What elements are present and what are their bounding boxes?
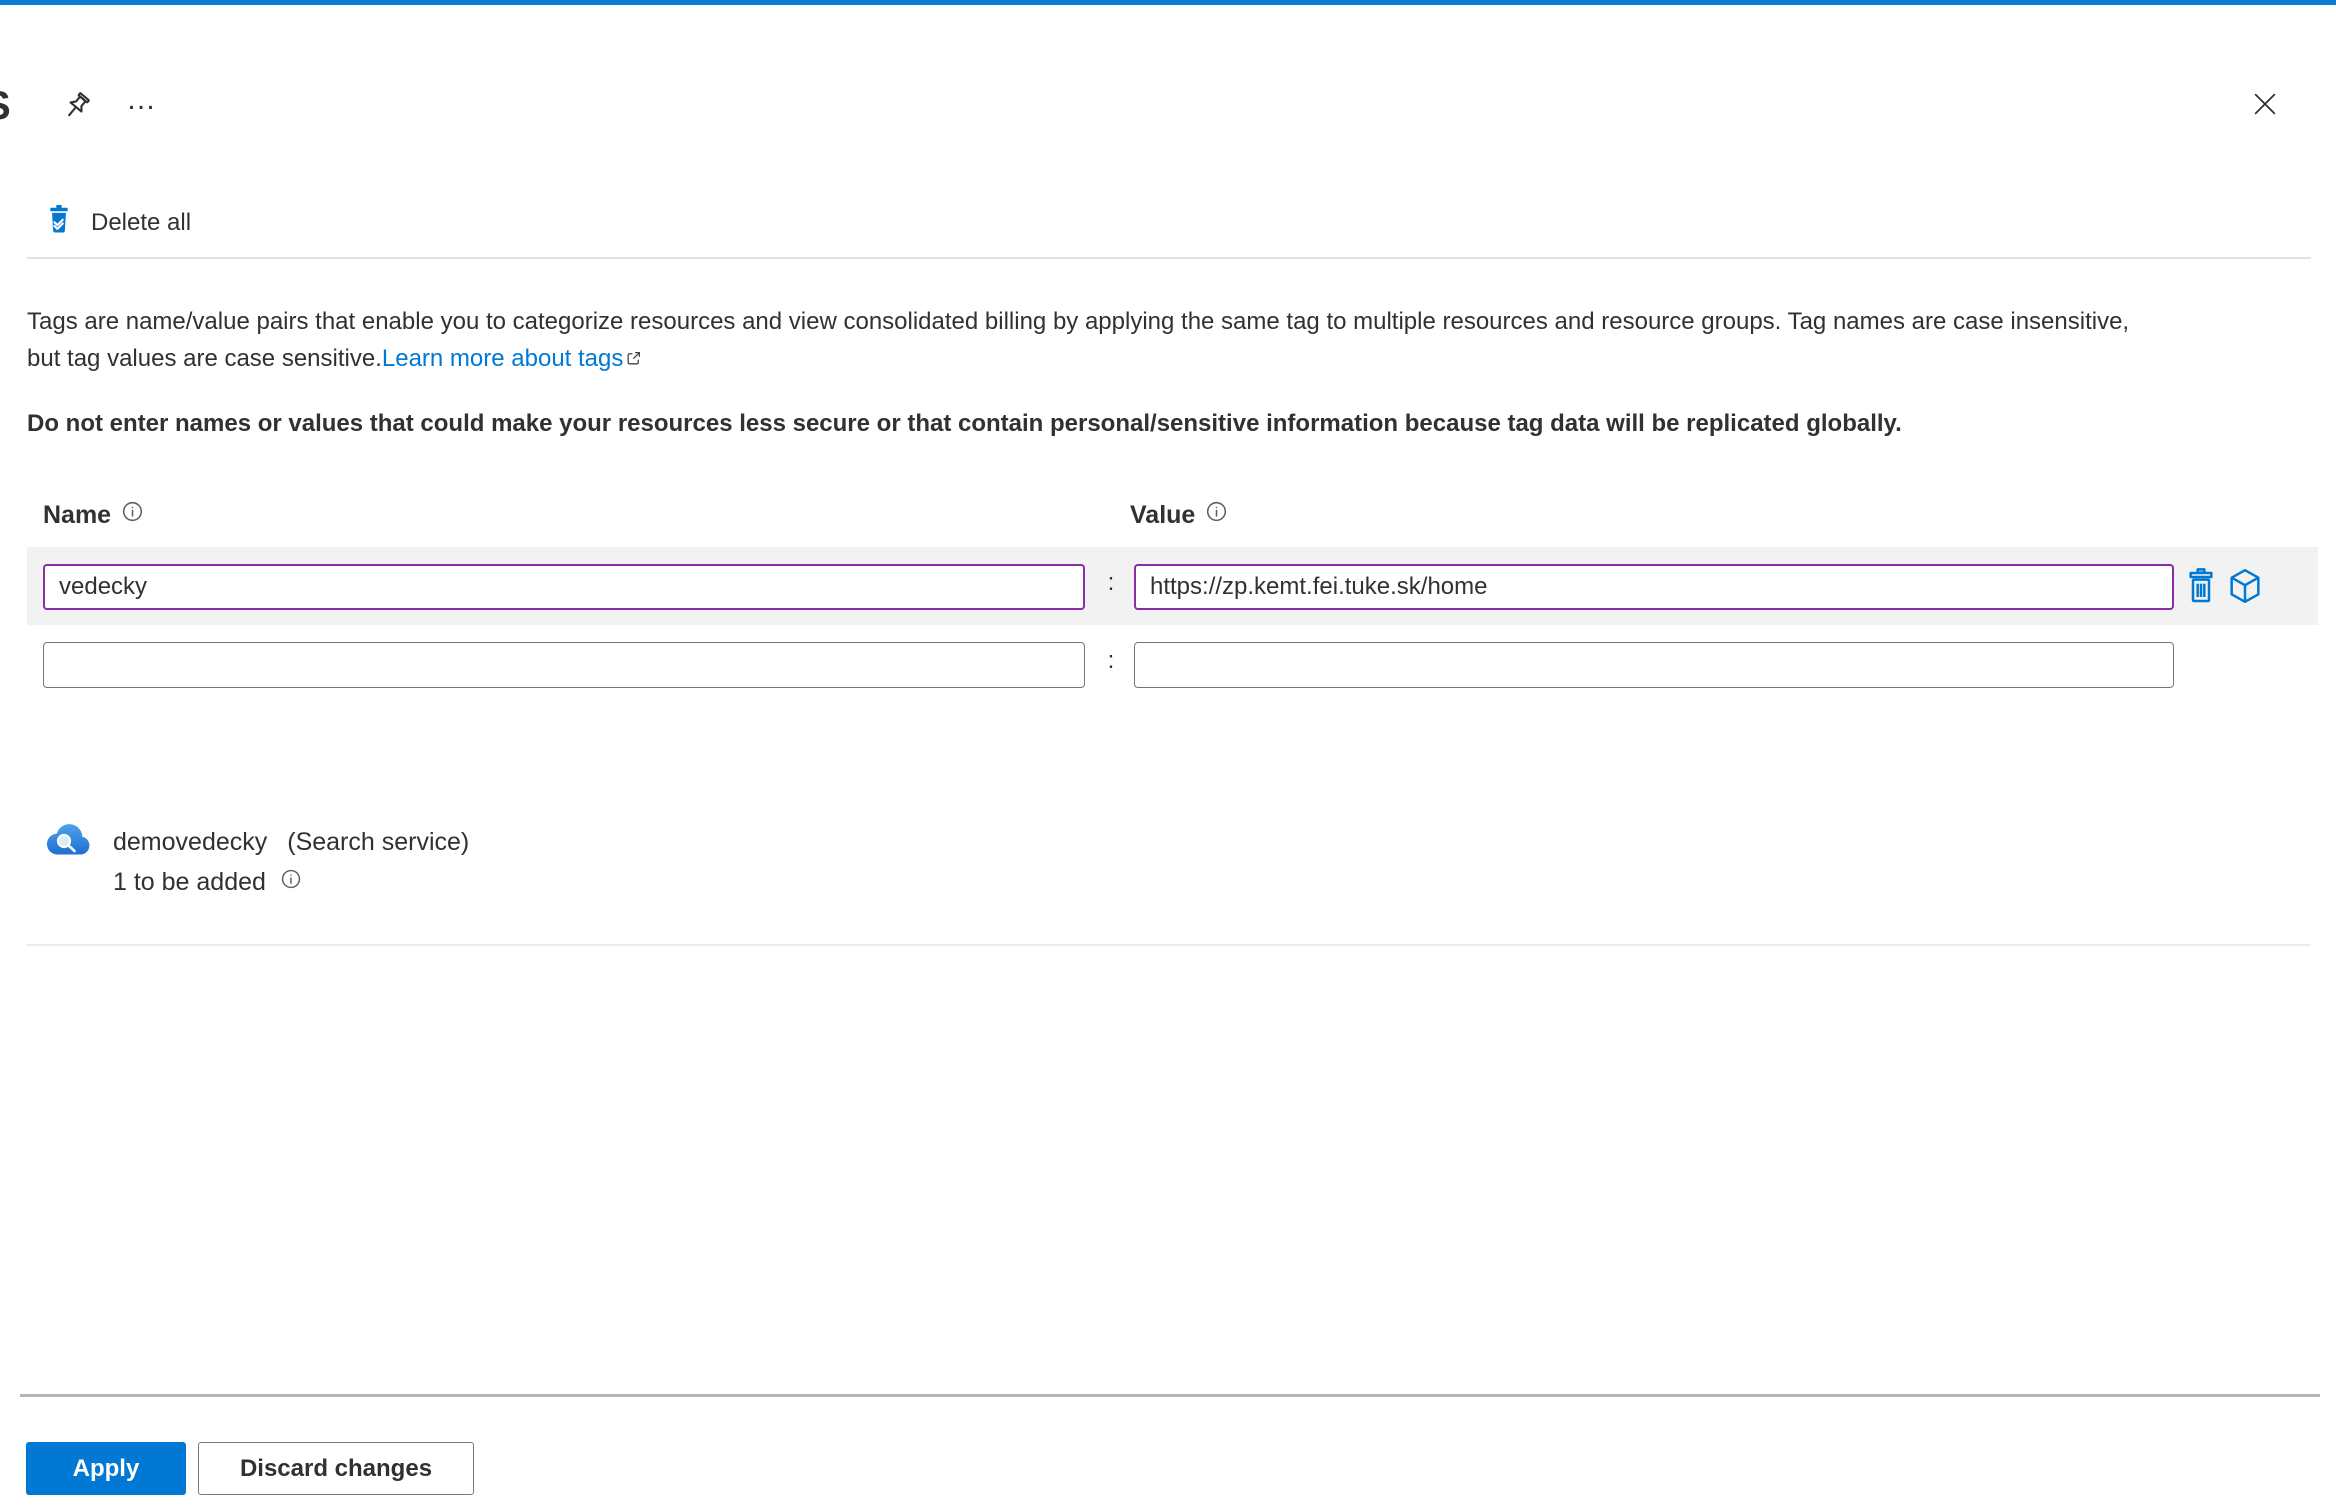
more-icon: …: [126, 83, 158, 116]
cube-icon: [2225, 568, 2265, 609]
tag-value-input[interactable]: [1134, 642, 2174, 688]
resource-name-line: demovedecky (Search service): [113, 828, 469, 857]
trash-icon: [2181, 567, 2221, 609]
apply-button[interactable]: Apply: [26, 1442, 186, 1495]
tag-row: :: [27, 547, 2318, 625]
trash-check-icon: [43, 203, 75, 242]
top-accent-stripe: [0, 0, 2336, 5]
close-button[interactable]: [2248, 88, 2282, 122]
close-icon: [2250, 93, 2280, 122]
name-column-header: Name: [43, 500, 144, 530]
name-header-label: Name: [43, 500, 112, 529]
footer-divider: [20, 1394, 2320, 1397]
resource-scope-button[interactable]: [2223, 565, 2267, 609]
security-warning-text: Do not enter names or values that could …: [27, 410, 1902, 437]
more-options-button[interactable]: …: [122, 80, 162, 120]
name-value-separator: :: [1107, 569, 1115, 596]
info-icon[interactable]: [121, 500, 144, 530]
info-icon[interactable]: [1205, 500, 1228, 530]
delete-all-label: Delete all: [91, 208, 192, 236]
learn-more-link[interactable]: Learn more about tags: [382, 345, 624, 372]
description-line2: but tag values are case sensitive.: [27, 345, 382, 372]
tag-name-input[interactable]: [43, 564, 1085, 610]
value-header-label: Value: [1130, 500, 1196, 529]
description-line1: Tags are name/value pairs that enable yo…: [27, 308, 2130, 335]
external-link-icon: [625, 346, 642, 373]
resource-name: demovedecky: [113, 828, 268, 856]
resource-status-line: 1 to be added: [113, 868, 302, 897]
name-value-separator: :: [1107, 647, 1115, 674]
divider: [27, 257, 2311, 259]
resource-status: 1 to be added: [113, 868, 266, 896]
delete-all-button[interactable]: Delete all: [43, 203, 191, 242]
tag-name-input[interactable]: [43, 642, 1085, 688]
tags-description: Tags are name/value pairs that enable yo…: [27, 303, 2327, 378]
tag-value-input[interactable]: [1134, 564, 2174, 610]
search-cloud-icon: [44, 818, 92, 866]
resource-type: (Search service): [287, 828, 470, 856]
divider: [27, 944, 2311, 946]
value-column-header: Value: [1130, 500, 1228, 530]
discard-changes-button[interactable]: Discard changes: [198, 1442, 474, 1495]
pin-icon: [59, 92, 93, 127]
blade-title-fragment: S: [0, 84, 11, 129]
pin-button[interactable]: [58, 90, 94, 126]
delete-tag-button[interactable]: [2179, 565, 2223, 609]
info-icon[interactable]: [280, 868, 302, 897]
tag-row: :: [27, 625, 2318, 703]
